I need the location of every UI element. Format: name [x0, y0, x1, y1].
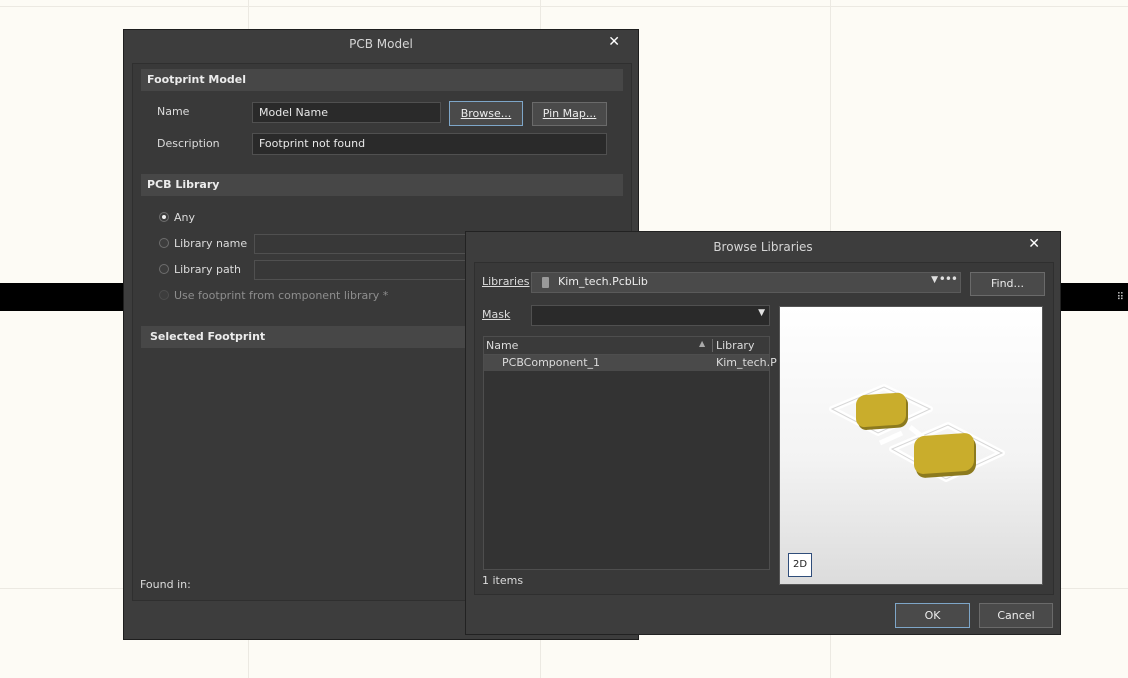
pcb-library-heading: PCB Library	[141, 174, 623, 196]
library-name-label: Library name	[174, 237, 248, 250]
mask-label-text: Mask	[482, 308, 511, 321]
dialog-title: Browse Libraries	[713, 240, 813, 254]
any-label: Any	[174, 211, 196, 224]
use-footprint-radio[interactable]	[159, 290, 169, 300]
list-header: Name ▲ Library	[484, 337, 769, 355]
name-field[interactable]: Model Name	[252, 102, 441, 123]
cancel-button[interactable]: Cancel	[979, 603, 1053, 628]
pin-map-button[interactable]: Pin Map...	[532, 102, 607, 126]
pad	[914, 433, 976, 478]
libraries-label: Libraries	[482, 275, 530, 288]
found-in-label: Found in:	[140, 578, 191, 591]
pad	[856, 392, 908, 430]
mask-dropdown[interactable]: ▼	[531, 305, 770, 326]
browse-button-label: Browse...	[460, 107, 512, 120]
find-button[interactable]: Find...	[970, 272, 1045, 296]
column-divider[interactable]	[712, 339, 713, 352]
use-footprint-label: Use footprint from component library *	[174, 289, 389, 302]
mask-label: Mask	[482, 308, 510, 321]
library-name-field[interactable]	[254, 234, 484, 254]
footprint-3d-render	[829, 384, 1005, 482]
more-options-icon[interactable]: •••	[939, 272, 958, 286]
library-path-radio[interactable]	[159, 264, 169, 274]
name-column-header[interactable]: Name	[486, 339, 518, 352]
footprint-preview[interactable]: 2D	[779, 306, 1043, 585]
pin-map-button-label: Pin Map...	[542, 107, 597, 120]
libraries-label-text: Libraries	[482, 275, 530, 288]
grip-handle-icon[interactable]: ⠿	[1117, 292, 1124, 303]
close-icon[interactable]: ✕	[608, 30, 620, 54]
name-label: Name	[157, 105, 190, 118]
browse-libraries-dialog: Browse Libraries ✕ Libraries Kim_tech.Pc…	[465, 231, 1061, 635]
browse-button[interactable]: Browse...	[449, 101, 523, 126]
chevron-down-icon[interactable]: ▼	[931, 275, 938, 285]
description-label: Description	[157, 137, 220, 150]
library-file-icon	[542, 277, 549, 288]
view-mode-2d-button[interactable]: 2D	[788, 553, 812, 577]
chevron-down-icon[interactable]: ▼	[758, 308, 765, 318]
row-library: Kim_tech.P	[716, 356, 777, 369]
description-field[interactable]: Footprint not found	[252, 133, 607, 155]
footprint-list[interactable]: Name ▲ Library PCBComponent_1 Kim_tech.P	[483, 336, 777, 570]
library-path-field[interactable]	[254, 260, 484, 280]
silkscreen-outline	[878, 430, 904, 446]
footprint-model-heading: Footprint Model	[141, 69, 623, 91]
dialog-title: PCB Model	[349, 37, 413, 51]
library-name-radio[interactable]	[159, 238, 169, 248]
any-radio[interactable]	[159, 212, 169, 222]
ok-button[interactable]: OK	[895, 603, 970, 628]
libraries-dropdown[interactable]: Kim_tech.PcbLib ▼ •••	[531, 272, 961, 293]
items-count: 1 items	[482, 574, 524, 587]
grid-line	[0, 6, 1128, 7]
table-row[interactable]: PCBComponent_1 Kim_tech.P	[484, 355, 777, 371]
library-path-label: Library path	[174, 263, 241, 276]
libraries-dropdown-value: Kim_tech.PcbLib	[558, 275, 648, 288]
sort-ascending-icon: ▲	[699, 339, 706, 348]
row-name: PCBComponent_1	[502, 356, 601, 369]
close-icon[interactable]: ✕	[1028, 232, 1040, 256]
library-column-header[interactable]: Library	[716, 339, 754, 352]
